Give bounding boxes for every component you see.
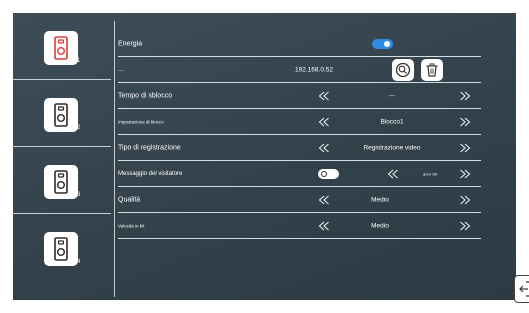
setting-value: --- [388,92,396,100]
setting-label: Messaggio del visitatore [118,171,183,177]
setting-row-tipo-registrazione: Tipo di registrazione Registrazione vide… [118,135,481,161]
chevron-double-left-icon[interactable] [318,221,330,231]
setting-label: ---- [118,67,124,73]
toggle-knob [384,41,390,47]
device-item-3[interactable]: 3 [13,147,111,214]
doorbell-icon [54,103,68,127]
device-number: 2 [77,125,81,131]
settings-screen: 1 2 3 4 Energia ---- 192.168.0.52 Tempo … [13,13,516,300]
setting-label: Tempo di sblocco [118,92,173,100]
messaggio-toggle[interactable] [318,169,339,179]
setting-row-energia: Energia [118,31,481,57]
doorbell-icon [54,170,68,194]
chevron-double-right-icon[interactable] [459,195,471,205]
chevron-double-left-icon[interactable] [318,195,330,205]
setting-value: Registrazione video [363,144,421,152]
device-tile[interactable] [44,31,78,65]
chevron-double-left-icon[interactable] [318,91,330,101]
search-icon [395,62,411,78]
doorbell-icon [54,36,68,60]
device-item-2[interactable]: 2 [13,80,111,147]
exit-icon [519,281,529,297]
chevron-double-right-icon[interactable] [459,143,471,153]
setting-label: Energia [118,40,143,48]
setting-row-ip: ---- 192.168.0.52 [118,57,481,83]
device-item-1[interactable]: 1 [13,13,111,80]
row-divider [118,238,481,239]
chevron-double-left-icon[interactable] [318,117,330,127]
sidebar-divider [114,21,115,297]
toggle-knob [321,171,327,177]
setting-label: Tipo di registrazione [118,144,181,152]
device-tile[interactable] [44,165,78,199]
search-button[interactable] [392,59,414,81]
device-tile[interactable] [44,98,78,132]
device-item-4[interactable]: 4 [13,214,111,281]
setting-value: Medio [371,222,389,230]
setting-row-messaggio-visitatore: Messaggio del visitatore anni '30 [118,161,481,187]
energia-toggle[interactable] [372,39,393,49]
setting-label: Velocità in bit [118,223,145,229]
chevron-double-right-icon[interactable] [459,169,471,179]
chevron-double-right-icon[interactable] [459,221,471,231]
setting-row-velocita-bit: Velocità in bit Medio [118,213,481,239]
setting-row-impostazione-blocco: Impostazione di blocco Blocco1 [118,109,481,135]
doorbell-icon [54,237,68,261]
setting-label: Qualità [118,196,141,204]
chevron-double-right-icon[interactable] [459,91,471,101]
device-number: 4 [77,259,81,265]
ip-address-value: 192.168.0.52 [295,66,333,74]
chevron-double-right-icon[interactable] [459,117,471,127]
setting-row-tempo-sblocco: Tempo di sblocco --- [118,83,481,109]
setting-value: anni '30 [423,171,437,177]
trash-icon [426,63,438,77]
setting-value: Medio [371,196,389,204]
device-number: 3 [77,192,81,198]
device-sidebar: 1 2 3 4 [13,13,111,300]
setting-row-qualita: Qualità Medio [118,187,481,213]
exit-button[interactable] [514,275,529,303]
chevron-double-left-icon[interactable] [387,169,399,179]
chevron-double-left-icon[interactable] [318,143,330,153]
setting-label: Impostazione di blocco [118,119,164,125]
setting-value: Blocco1 [380,118,404,126]
device-tile[interactable] [44,232,78,266]
delete-button[interactable] [421,59,443,81]
device-number: 1 [77,58,81,64]
